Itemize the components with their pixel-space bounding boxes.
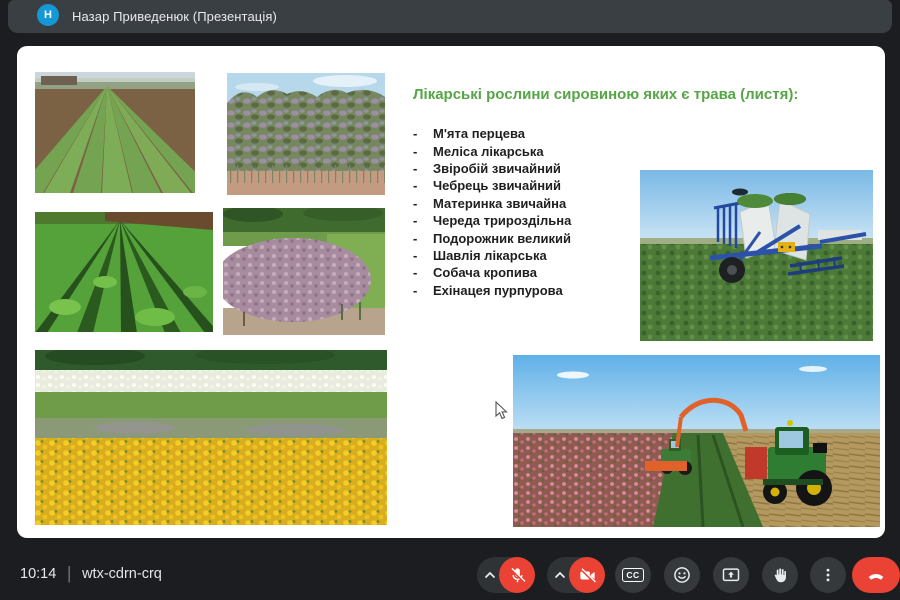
list-item: -Череда трироздільна	[413, 212, 571, 229]
list-item: -Чебрець звичайний	[413, 177, 571, 194]
captions-button[interactable]: CC	[615, 557, 651, 593]
crop-rows-field-photo	[35, 72, 195, 193]
plant-list: -М'ята перцева -Меліса лікарська -Звіроб…	[413, 125, 571, 299]
meeting-info: 10:14 | wtx-cdrn-crq	[20, 566, 162, 582]
slide-heading: Лікарські рослини сировиною яких є трава…	[413, 86, 873, 103]
mic-off-icon	[508, 566, 527, 585]
chevron-up-icon[interactable]	[552, 567, 568, 583]
list-item: -Ехінацея пурпурова	[413, 282, 571, 299]
list-item: -Шавлія лікарська	[413, 247, 571, 264]
more-options-icon	[819, 566, 837, 584]
reactions-button[interactable]	[664, 557, 700, 593]
list-item: -Подорожник великий	[413, 229, 571, 246]
raise-hand-button[interactable]	[762, 557, 798, 593]
end-call-icon	[865, 564, 887, 586]
flowering-herb-stand-photo	[227, 73, 385, 195]
end-call-button[interactable]	[852, 557, 900, 593]
meet-window: H Назар Приведенюк (Презентація)	[0, 0, 900, 600]
present-screen-button[interactable]	[713, 557, 749, 593]
chevron-up-icon[interactable]	[482, 567, 498, 583]
yellow-flower-field-photo	[35, 350, 387, 525]
mic-off-button[interactable]	[499, 557, 535, 593]
camera-off-button[interactable]	[569, 557, 605, 593]
list-item: -М'ята перцева	[413, 125, 571, 142]
list-item: -Собача кропива	[413, 264, 571, 281]
captions-icon: CC	[622, 568, 643, 583]
divider: |	[67, 564, 71, 583]
tractor-harvest-photo	[513, 355, 880, 527]
list-item: -Звіробій звичайний	[413, 160, 571, 177]
call-controls: CC	[477, 557, 900, 593]
clock-time: 10:14	[20, 566, 56, 582]
mouse-cursor	[495, 401, 508, 420]
blue-harvester-machine-photo	[640, 170, 873, 341]
more-options-button[interactable]	[810, 557, 846, 593]
list-item: -Материнка звичайна	[413, 195, 571, 212]
purple-flower-mound-photo	[223, 208, 385, 335]
mic-button-group	[477, 557, 535, 593]
present-screen-icon	[721, 565, 741, 585]
avatar: H	[37, 4, 59, 26]
presenter-tile-bar: H Назар Приведенюк (Презентація)	[8, 0, 892, 33]
camera-off-icon	[578, 566, 597, 585]
meeting-code: wtx-cdrn-crq	[82, 566, 162, 582]
smiley-icon	[672, 565, 692, 585]
presentation-slide: Лікарські рослини сировиною яких є трава…	[17, 46, 885, 538]
presenter-name-label: Назар Приведенюк (Презентація)	[72, 9, 277, 24]
green-row-crop-photo	[35, 212, 213, 332]
raise-hand-icon	[771, 566, 790, 585]
camera-button-group	[547, 557, 605, 593]
list-item: -Меліса лікарська	[413, 142, 571, 159]
